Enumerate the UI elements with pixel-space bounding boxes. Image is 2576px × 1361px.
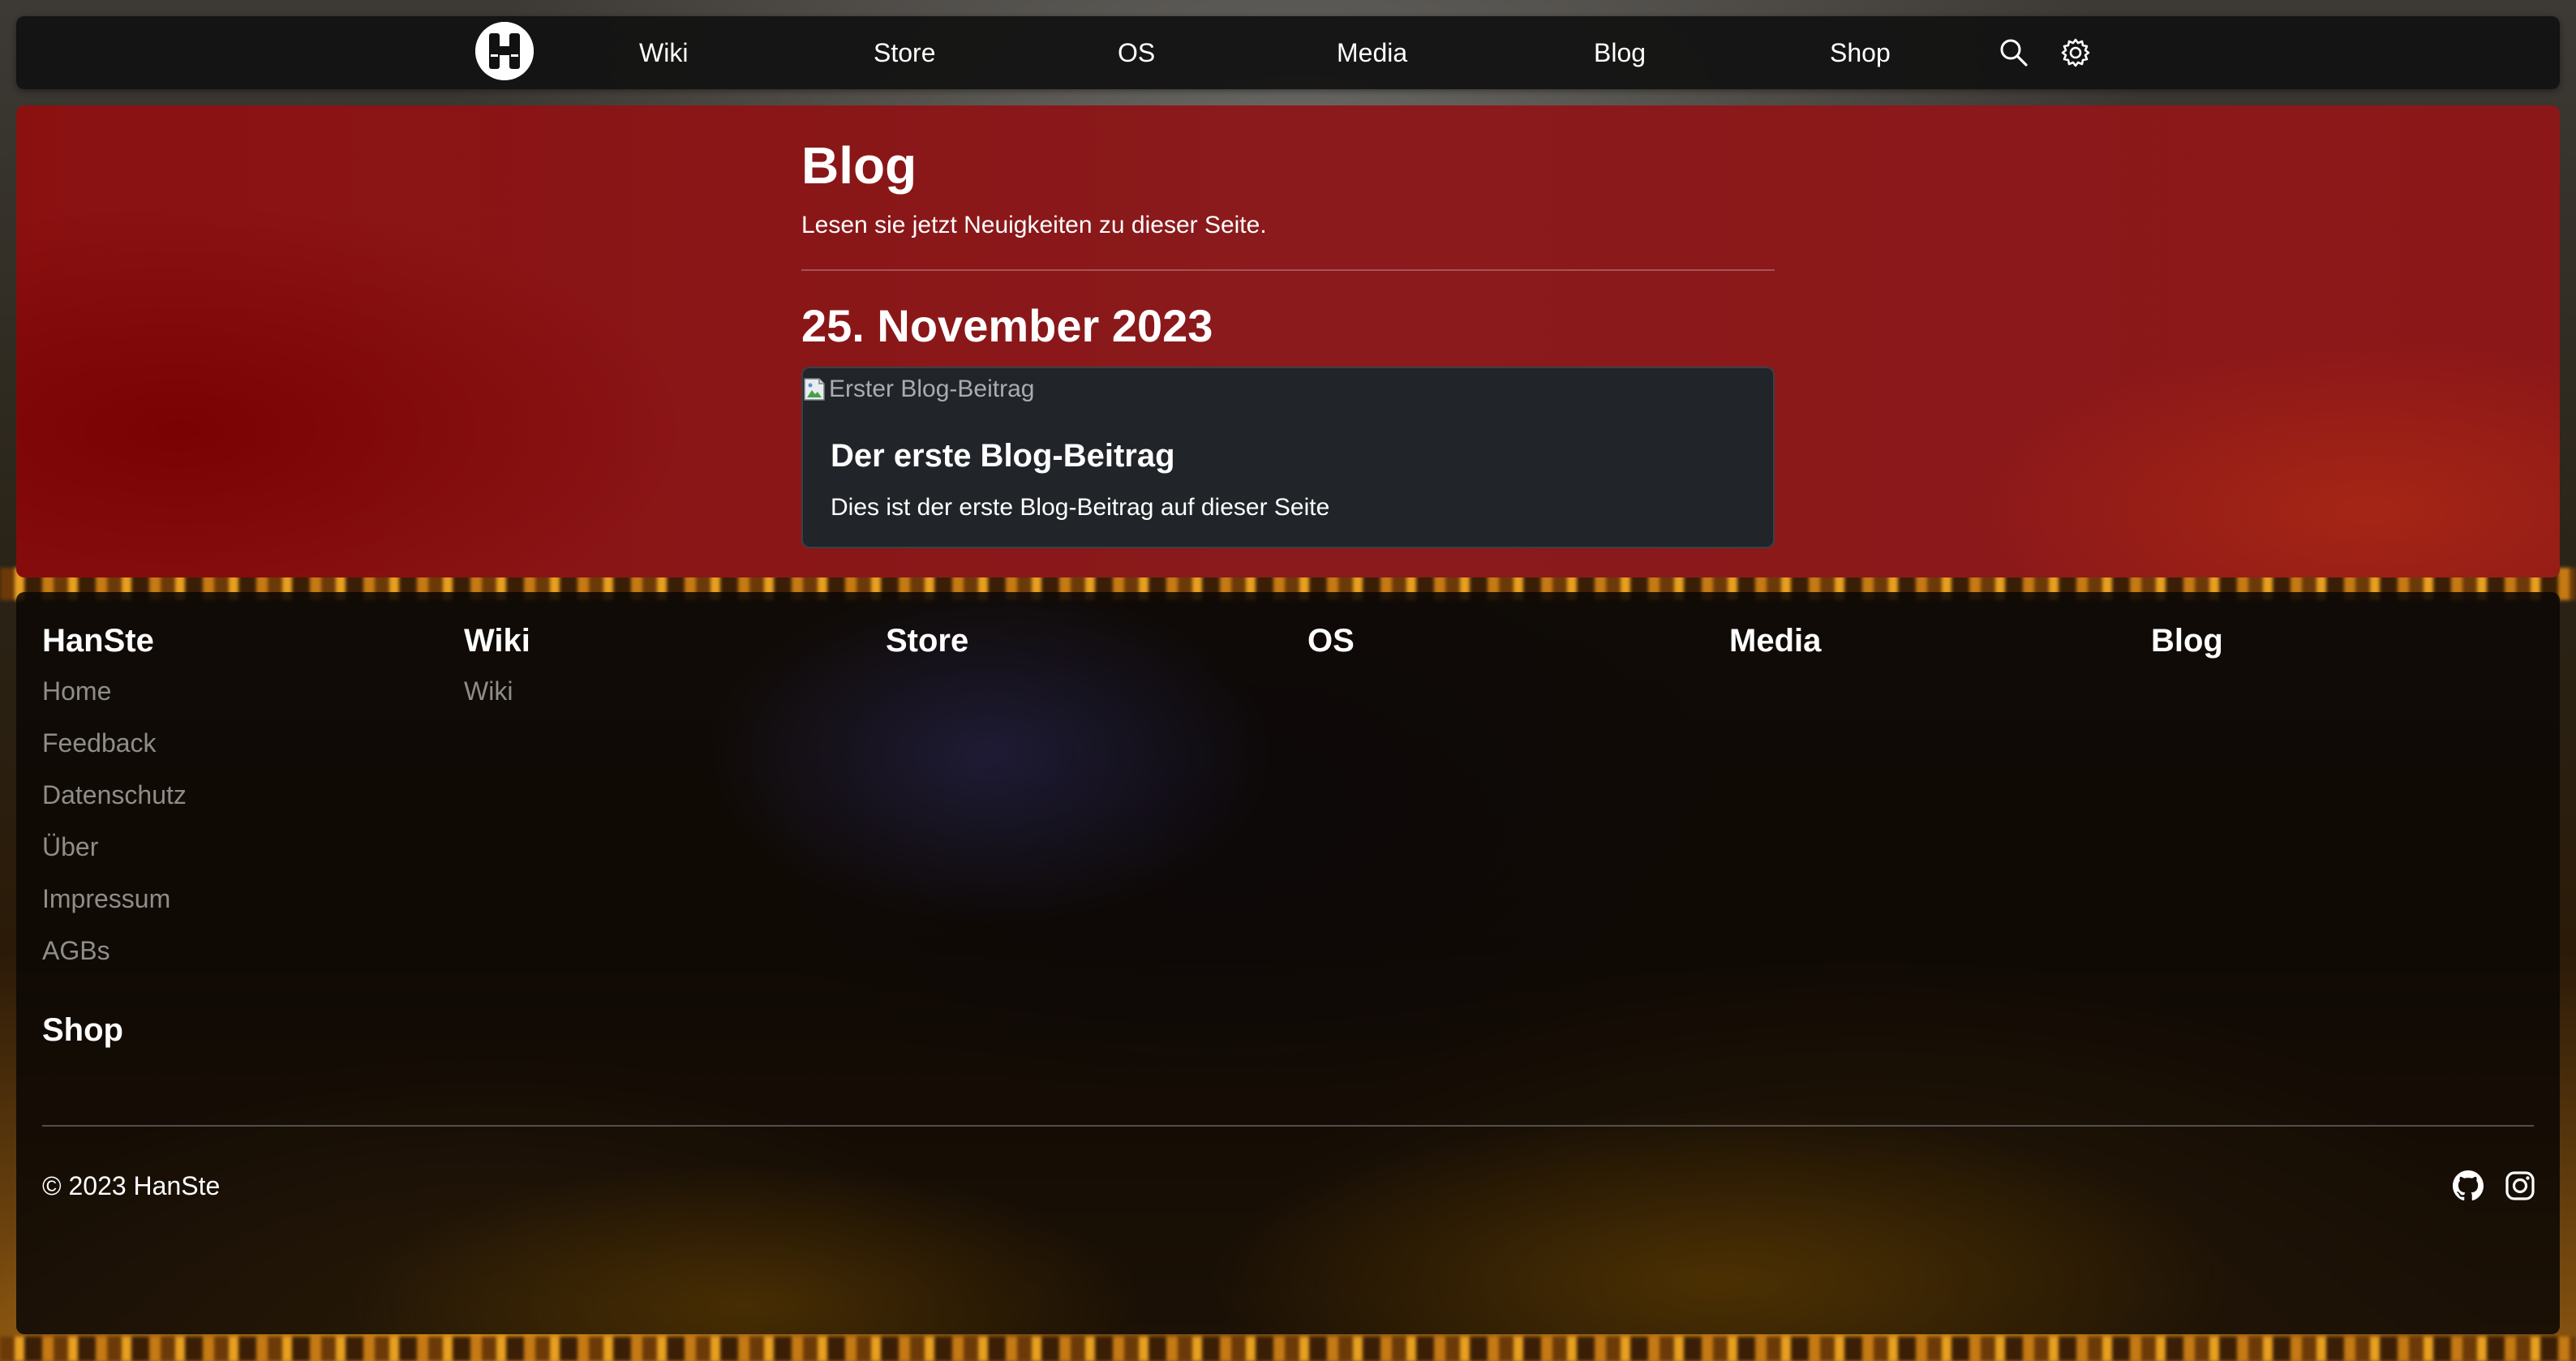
page-title: Blog xyxy=(801,136,917,195)
footer-heading-hanste: HanSte xyxy=(42,623,154,659)
top-navbar: Wiki Store OS Media Blog Shop xyxy=(16,16,2560,89)
site-footer xyxy=(16,592,2560,1334)
post-date-heading: 25. November 2023 xyxy=(801,300,1213,351)
footer-link-impressum[interactable]: Impressum xyxy=(42,881,170,917)
divider xyxy=(801,269,1775,271)
background-strip xyxy=(0,1337,2576,1361)
footer-heading-wiki: Wiki xyxy=(464,623,530,659)
nav-link-media[interactable]: Media xyxy=(1337,36,1407,70)
footer-heading-media: Media xyxy=(1729,623,1822,659)
footer-heading-store: Store xyxy=(886,623,969,659)
footer-heading-shop: Shop xyxy=(42,1012,123,1048)
nav-link-shop[interactable]: Shop xyxy=(1830,36,1891,70)
hanste-logo-icon[interactable] xyxy=(475,22,534,80)
github-icon[interactable] xyxy=(2453,1170,2484,1201)
nav-link-store[interactable]: Store xyxy=(874,36,935,70)
footer-heading-os: OS xyxy=(1307,623,1355,659)
broken-image-icon xyxy=(803,376,827,402)
nav-link-blog[interactable]: Blog xyxy=(1594,36,1646,70)
footer-link-wiki[interactable]: Wiki xyxy=(464,673,513,709)
nav-link-os[interactable]: OS xyxy=(1118,36,1155,70)
blog-post-card[interactable]: Erster Blog-Beitrag Der erste Blog-Beitr… xyxy=(801,367,1775,548)
footer-heading-blog: Blog xyxy=(2151,623,2223,659)
post-summary: Dies ist der erste Blog-Beitrag auf dies… xyxy=(831,494,1330,521)
footer-link-feedback[interactable]: Feedback xyxy=(42,725,157,761)
footer-link-home[interactable]: Home xyxy=(42,673,111,709)
copyright: © 2023 HanSte xyxy=(42,1171,221,1200)
footer-link-agbs[interactable]: AGBs xyxy=(42,933,110,968)
search-icon[interactable] xyxy=(1999,37,2029,68)
gear-icon[interactable] xyxy=(2060,37,2091,68)
post-image: Erster Blog-Beitrag xyxy=(803,371,1034,407)
nav-link-wiki[interactable]: Wiki xyxy=(639,36,688,70)
instagram-icon[interactable] xyxy=(2505,1170,2535,1201)
footer-link-ueber[interactable]: Über xyxy=(42,829,98,865)
post-title[interactable]: Der erste Blog-Beitrag xyxy=(831,435,1175,477)
footer-link-datenschutz[interactable]: Datenschutz xyxy=(42,777,187,813)
page-subtitle: Lesen sie jetzt Neuigkeiten zu dieser Se… xyxy=(801,212,1267,238)
post-image-alt-text: Erster Blog-Beitrag xyxy=(829,376,1035,402)
footer-divider xyxy=(42,1125,2534,1127)
